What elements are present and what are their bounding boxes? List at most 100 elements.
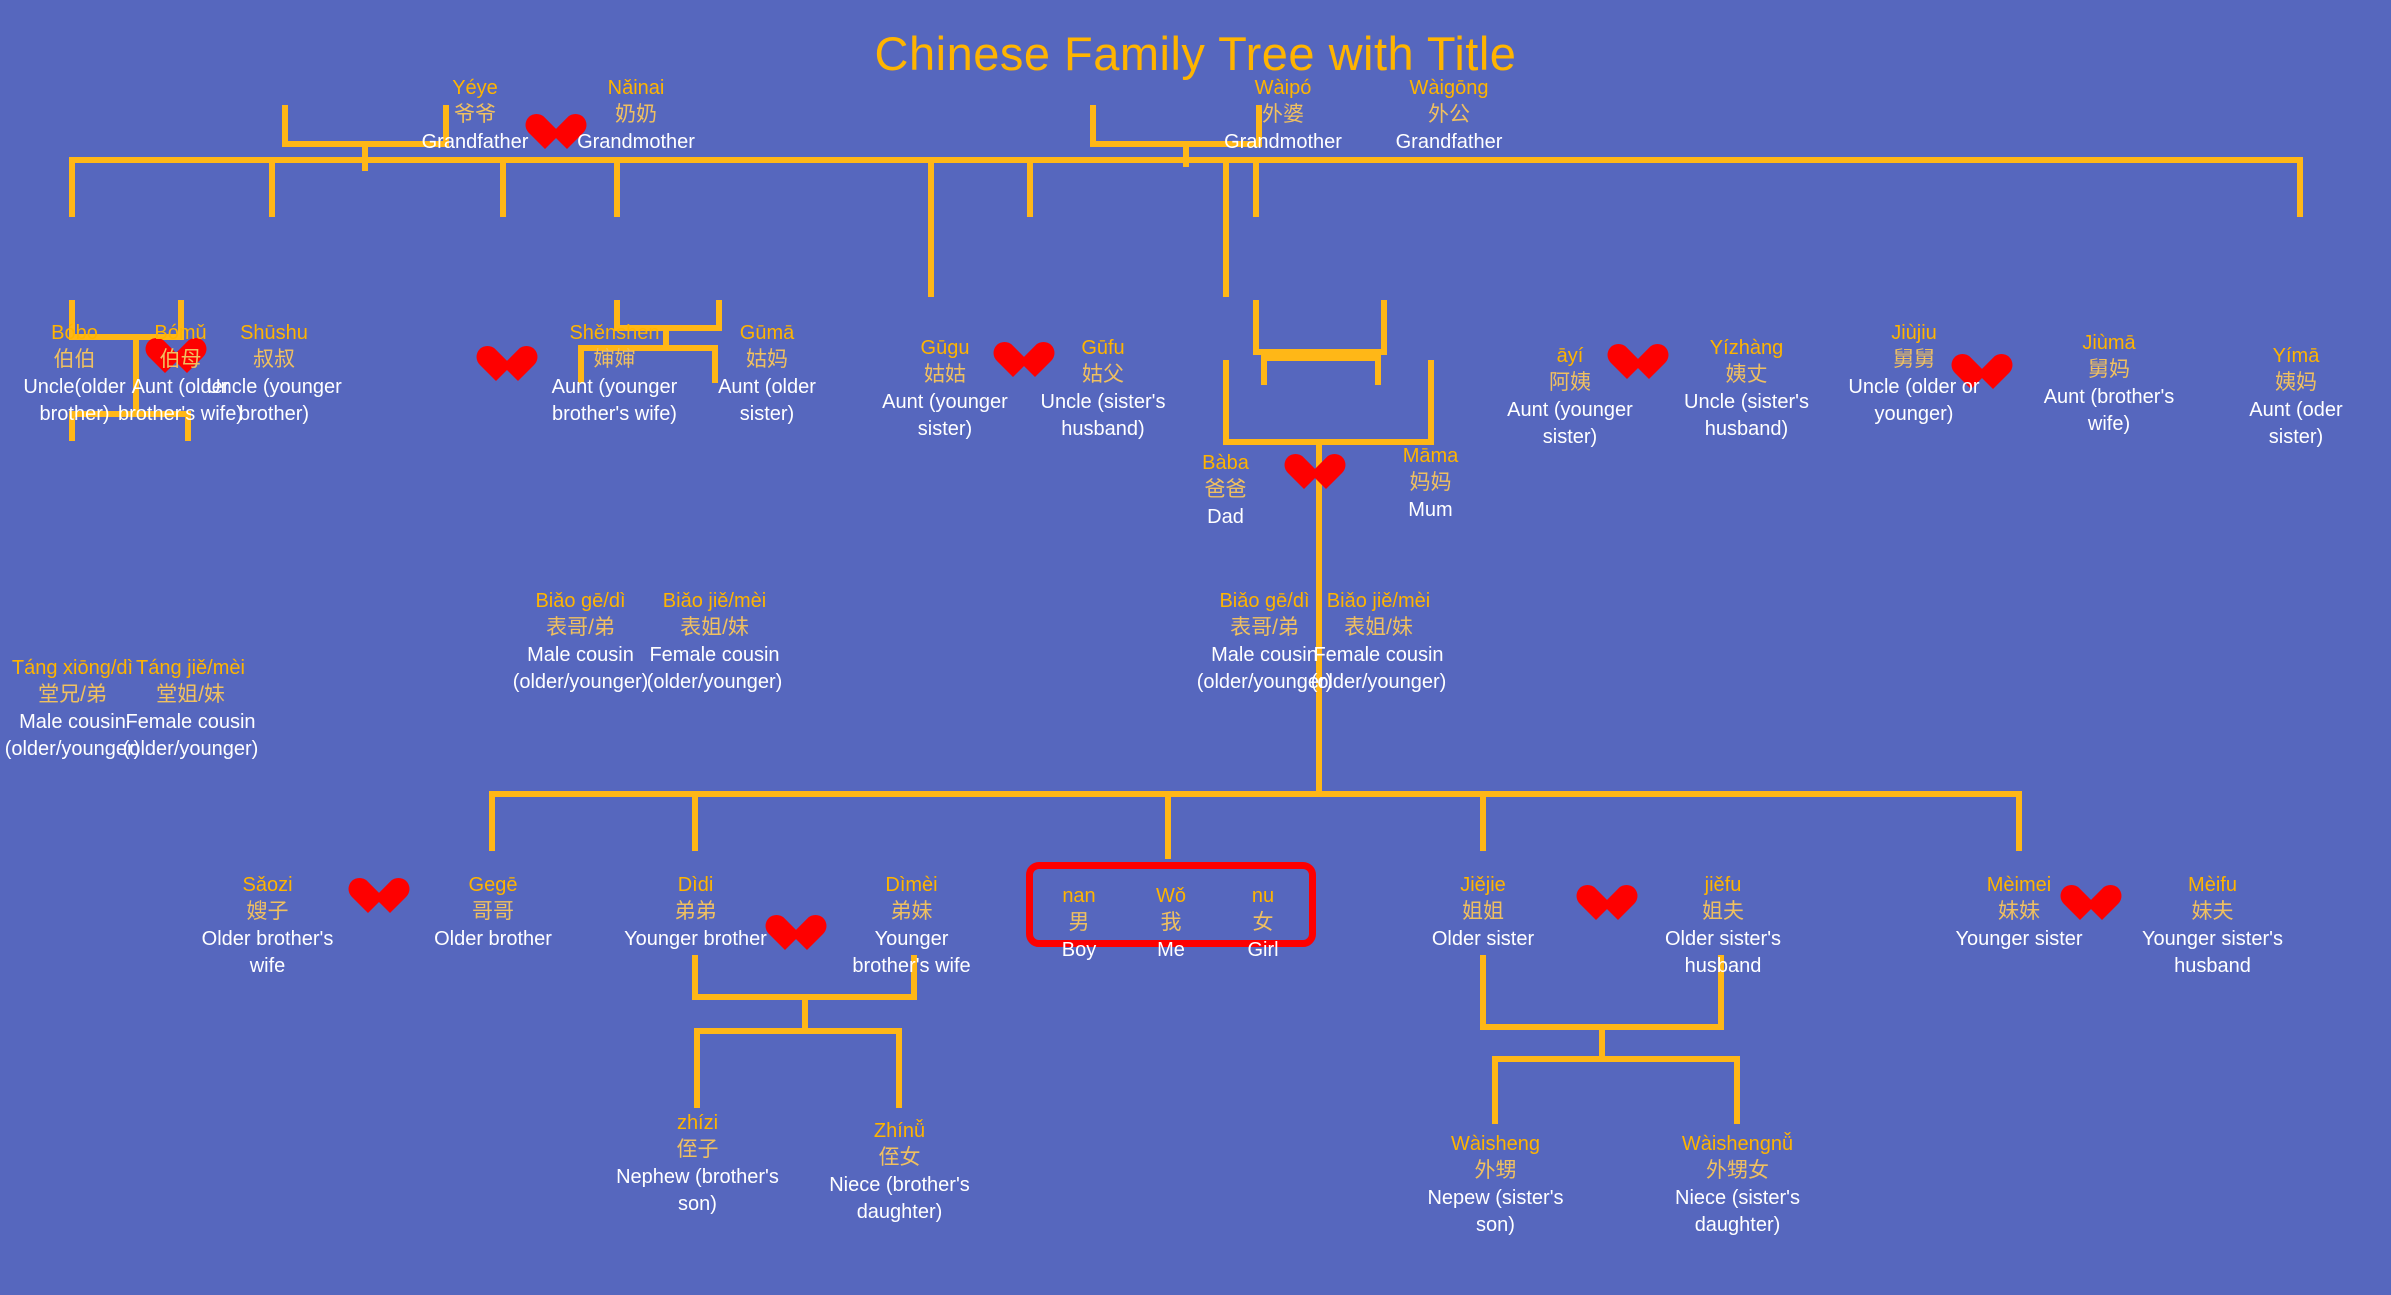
person-hanzi: 外甥女 xyxy=(1706,1159,1769,1183)
person-baba[interactable]: Bàba 爸爸 Dad xyxy=(1163,450,1288,531)
line-me-stub xyxy=(1165,791,1171,859)
person-jiujiu[interactable]: Jiùjiu 舅舅 Uncle (older or younger) xyxy=(1840,320,1988,427)
person-ayi[interactable]: āyí 阿姨 Aunt (younger sister) xyxy=(1496,343,1644,450)
person-hanzi: 姑姑 xyxy=(924,363,966,387)
person-hanzi: 表姐/妹 xyxy=(1344,616,1413,640)
person-hanzi: 女 xyxy=(1252,911,1274,935)
line-jiejie-stub xyxy=(1480,791,1486,851)
person-gege[interactable]: Gegē 哥哥 Older brother xyxy=(413,872,573,953)
person-english: Younger sister's husband xyxy=(2142,928,2283,977)
person-yeye[interactable]: Yéye 爷爷 Grandfather xyxy=(385,75,565,156)
person-pinyin: Jiùmā xyxy=(2082,332,2136,354)
person-english: Uncle (sister's husband) xyxy=(1040,391,1166,440)
person-jiejie[interactable]: Jiějie 姐姐 Older sister xyxy=(1403,872,1563,953)
line-didi-stub xyxy=(692,791,698,851)
person-biaojiemei-left[interactable]: Biǎo jiě/mèi 表姐/妹 Female cousin (older/y… xyxy=(632,588,797,695)
person-mama[interactable]: Māma 妈妈 Mum xyxy=(1368,443,1493,524)
person-shushu[interactable]: Shūshu 叔叔 Uncle (younger brother) xyxy=(200,320,348,427)
person-waishengnu[interactable]: Wàishengnǚ 外甥女 Niece (sister's daughter) xyxy=(1655,1131,1820,1238)
person-meimei[interactable]: Mèimei 妹妹 Younger sister xyxy=(1934,872,2104,953)
person-pinyin: Jiùjiu xyxy=(1891,322,1937,344)
person-zhinu[interactable]: Zhínǚ 侄女 Niece (brother's daughter) xyxy=(817,1118,982,1225)
person-hanzi: 妹妹 xyxy=(1998,900,2040,924)
person-pinyin: nu xyxy=(1251,885,1275,907)
person-hanzi: 我 xyxy=(1160,911,1182,935)
person-pinyin: Dìdi xyxy=(677,874,714,896)
person-meifu[interactable]: Mèifu 妹夫 Younger sister's husband xyxy=(2130,872,2295,979)
line-biaojiemei-r-stub xyxy=(1375,355,1381,385)
person-hanzi: 外公 xyxy=(1428,103,1470,127)
person-hanzi: 侄女 xyxy=(878,1146,921,1170)
person-wo[interactable]: Wǒ 我 Me xyxy=(1128,869,1214,964)
person-waipo[interactable]: Wàipó 外婆 Grandmother xyxy=(1193,75,1373,156)
self-highlight-box[interactable]: nan 男 Boy Wǒ 我 Me nu 女 Girl xyxy=(1026,862,1316,961)
person-didi[interactable]: Dìdi 弟弟 Younger brother xyxy=(613,872,778,953)
line-jiujiu-down xyxy=(1253,300,1259,355)
person-zhizi[interactable]: zhízi 侄子 Nephew (brother's son) xyxy=(615,1110,780,1217)
person-yizhang[interactable]: Yízhàng 姨丈 Uncle (sister's husband) xyxy=(1669,335,1824,442)
person-nainai[interactable]: Nǎinai 奶奶 Grandmother xyxy=(546,75,726,156)
person-hanzi: 侄子 xyxy=(676,1138,719,1162)
line-zhizi-stub xyxy=(694,1028,700,1108)
heart-icon-baba-mama xyxy=(1279,449,1351,493)
person-pinyin: Yímā xyxy=(2272,345,2320,367)
page-title: Chinese Family Tree with Title xyxy=(874,27,1517,80)
line-biaogedi-r-stub xyxy=(1261,355,1267,385)
person-hanzi: 表姐/妹 xyxy=(680,616,749,640)
line-gugu-stub xyxy=(614,157,620,217)
person-english: Older sister xyxy=(1431,928,1535,951)
person-saozi[interactable]: Sǎozi 嫂子 Older brother's wife xyxy=(190,872,345,979)
person-english: Female cousin (older/younger) xyxy=(1310,644,1447,693)
person-english: Aunt (older sister) xyxy=(718,376,816,425)
line-guma-stub xyxy=(500,157,506,217)
person-pinyin: Shěnshen xyxy=(569,322,660,344)
person-hanzi: 姑妈 xyxy=(746,348,788,372)
person-hanzi: 男 xyxy=(1068,911,1090,935)
person-nan[interactable]: nan 男 Boy xyxy=(1036,869,1122,964)
person-dimei[interactable]: Dìmèi 弟妹 Younger brother's wife xyxy=(834,872,989,979)
person-hanzi: 姐姐 xyxy=(1462,900,1504,924)
person-pinyin: āyí xyxy=(1556,345,1584,367)
person-waigong[interactable]: Wàigōng 外公 Grandfather xyxy=(1359,75,1539,156)
person-english: Niece (brother's daughter) xyxy=(829,1174,970,1223)
person-hanzi: 外甥 xyxy=(1474,1159,1517,1183)
person-pinyin: Yéye xyxy=(452,77,498,99)
person-hanzi: 姨妈 xyxy=(2275,371,2317,395)
person-nu[interactable]: nu 女 Girl xyxy=(1220,869,1306,964)
person-english: Younger sister xyxy=(1955,928,2083,951)
person-pinyin: Zhínǚ xyxy=(873,1120,926,1142)
line-right-drop xyxy=(1183,141,1189,167)
line-zhinu-stub xyxy=(896,1028,902,1108)
person-waisheng[interactable]: Wàisheng 外甥 Nepew (sister's son) xyxy=(1413,1131,1578,1238)
line-zhi-bus xyxy=(694,1028,902,1034)
person-hanzi: 婶婶 xyxy=(593,348,636,372)
person-guma[interactable]: Gūmā 姑妈 Aunt (older sister) xyxy=(693,320,841,427)
heart-icon-jiejie-jiefu xyxy=(1571,880,1643,924)
person-hanzi: 妹夫 xyxy=(2191,900,2234,924)
person-jiuma[interactable]: Jiùmā 舅妈 Aunt (brother's wife) xyxy=(2035,330,2183,437)
heart-icon-saozi-gege xyxy=(343,873,415,917)
person-pinyin: Mèifu xyxy=(2188,874,2237,896)
person-hanzi: 外婆 xyxy=(1262,103,1304,127)
person-pinyin: Sǎozi xyxy=(242,874,293,896)
person-hanzi: 堂姐/妹 xyxy=(156,683,225,707)
person-gufu[interactable]: Gūfu 姑父 Uncle (sister's husband) xyxy=(1024,335,1182,442)
person-shenshen[interactable]: Shěnshen 婶婶 Aunt (younger brother's wife… xyxy=(537,320,692,427)
line-left-drop2 xyxy=(362,157,368,167)
person-hanzi: 叔叔 xyxy=(253,348,295,372)
line-ayi-stub xyxy=(1027,157,1033,217)
person-hanzi: 阿姨 xyxy=(1549,371,1591,395)
person-yima[interactable]: Yímā 姨妈 Aunt (oder sister) xyxy=(2222,343,2370,450)
person-pinyin: Gūgu xyxy=(920,337,970,359)
person-english: Aunt (younger sister) xyxy=(882,391,1008,440)
person-gugu[interactable]: Gūgu 姑姑 Aunt (younger sister) xyxy=(866,335,1024,442)
line-baba-down xyxy=(1223,360,1229,445)
person-jiefu[interactable]: jiěfu 姐夫 Older sister's husband xyxy=(1649,872,1797,979)
person-hanzi: 姨丈 xyxy=(1725,363,1768,387)
person-english: Niece (sister's daughter) xyxy=(1675,1187,1800,1236)
person-english: Female cousin (older/younger) xyxy=(122,711,259,760)
person-biaojiemei-right[interactable]: Biǎo jiě/mèi 表姐/妹 Female cousin (older/y… xyxy=(1296,588,1461,695)
person-pinyin: Wàigōng xyxy=(1409,77,1489,99)
person-tangjiemei[interactable]: Táng jiě/mèi 堂姐/妹 Female cousin (older/y… xyxy=(108,655,273,762)
person-english: Mum xyxy=(1408,499,1453,522)
